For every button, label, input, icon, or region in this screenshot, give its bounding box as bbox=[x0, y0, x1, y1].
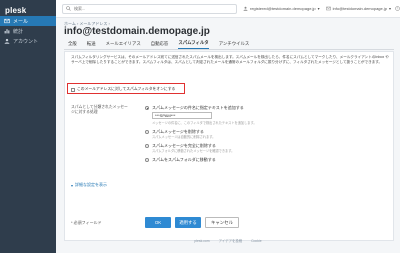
hint-text: スパムメッセージは自動的に削除されます。 bbox=[152, 135, 216, 139]
sidebar-item-mail[interactable]: メール bbox=[0, 16, 56, 26]
radio-delete[interactable] bbox=[145, 130, 149, 134]
app-logo[interactable]: plesk bbox=[0, 0, 56, 16]
tab-antivirus[interactable]: アンチウイルス bbox=[219, 41, 250, 49]
footer-link-ideas[interactable]: アイデアを投稿 bbox=[219, 239, 243, 243]
chevron-down-icon: ▾ bbox=[388, 6, 391, 11]
radio-move-folder[interactable] bbox=[145, 158, 149, 162]
show-advanced-link[interactable]: ▾ 詳細な設定を表示 bbox=[71, 182, 107, 188]
tab-forwarding[interactable]: 転送 bbox=[87, 41, 96, 49]
account-email: info@testdomain.demopage.jp bbox=[332, 6, 387, 11]
description: スパムフィルタリングサービスは、そのメールアドレス宛てに送信されたスパムメールを… bbox=[71, 55, 389, 64]
filter-options: スパムメッセージの件名に指定テキストを追加する ***SPAM*** メッセージ… bbox=[145, 105, 385, 163]
cancel-button[interactable]: キャンセル bbox=[205, 217, 239, 228]
svg-text:?: ? bbox=[397, 7, 399, 11]
chart-icon bbox=[4, 28, 10, 34]
chevron-down-icon: ▾ bbox=[71, 182, 74, 188]
sidebar-item-label: メール bbox=[13, 18, 29, 25]
search-icon bbox=[66, 6, 71, 11]
filter-action-label: スパムとして分類されたメッセージに対する処理 bbox=[71, 105, 128, 114]
sidebar-item-label: 統計 bbox=[13, 28, 24, 35]
ok-button[interactable]: OK bbox=[145, 217, 171, 228]
search-box[interactable] bbox=[62, 3, 237, 14]
option-mark-subject[interactable]: スパムメッセージの件名に指定テキストを追加する bbox=[145, 105, 385, 111]
account-menu[interactable]: info@testdomain.demopage.jp ▾ bbox=[325, 6, 391, 11]
page-title: info@testdomain.demopage.jp bbox=[64, 26, 210, 37]
topbar-right: info@testdomain.demopage.jp ▾ ? bbox=[325, 6, 400, 11]
spam-filter-panel: スパムフィルタリングサービスは、そのメールアドレス宛てに送信されたスパムメールを… bbox=[64, 51, 394, 241]
radio-delete-permanently[interactable] bbox=[145, 144, 149, 148]
help-icon[interactable]: ? bbox=[395, 6, 400, 11]
footer-link-cookie[interactable]: Cookie bbox=[251, 239, 262, 243]
footer-link-plesk[interactable]: plesk.com bbox=[194, 239, 209, 243]
enable-spam-filter-checkbox[interactable] bbox=[71, 87, 75, 92]
tab-aliases[interactable]: メールエイリアス bbox=[106, 41, 141, 49]
user-icon bbox=[243, 6, 248, 11]
search-input[interactable] bbox=[74, 6, 234, 11]
mail-icon bbox=[325, 6, 331, 11]
sidebar-item-stats[interactable]: 統計 bbox=[0, 26, 56, 36]
subject-text-input[interactable]: ***SPAM*** bbox=[152, 112, 212, 119]
content: ホーム › メールアドレス › info@testdomain.demopage… bbox=[64, 18, 394, 241]
apply-button[interactable]: 適用する bbox=[175, 217, 201, 228]
enable-spam-filter-label: このメールアドレスに対してスパムフィルタをオンにする bbox=[77, 87, 176, 91]
option-label: スパムをスパムフォルダに移動する bbox=[152, 157, 216, 162]
radio-mark-subject[interactable] bbox=[145, 106, 149, 110]
user-icon bbox=[4, 38, 10, 44]
hint-text: スパムフォルダに移動されたメッセージを確認できます。 bbox=[152, 149, 235, 153]
show-advanced-label: 詳細な設定を表示 bbox=[75, 182, 108, 187]
button-row: OK 適用する キャンセル bbox=[145, 217, 239, 228]
tab-general[interactable]: 全般 bbox=[68, 41, 77, 49]
tab-spam-filter[interactable]: スパムフィルタ bbox=[178, 40, 209, 49]
mail-icon bbox=[4, 18, 10, 24]
sidebar: plesk メール 統計 アカウント bbox=[0, 0, 56, 253]
topbar: registered@testdomain.demopage.jp ▾ info… bbox=[56, 0, 400, 18]
footer: plesk.com アイデアを投稿 Cookie bbox=[56, 238, 400, 243]
hint-text: メッセージの件名に、このフィルタで検出されたテキストを追加します。 bbox=[152, 121, 257, 125]
user-email: registered@testdomain.demopage.jp bbox=[249, 6, 316, 11]
chevron-down-icon: ▾ bbox=[317, 6, 320, 11]
required-field-label: * 必須フィールド bbox=[71, 220, 102, 225]
enable-spam-filter-row[interactable]: このメールアドレスに対してスパムフィルタをオンにする bbox=[71, 87, 175, 92]
option-label: スパムメッセージの件名に指定テキストを追加する bbox=[152, 105, 244, 110]
sidebar-item-label: アカウント bbox=[13, 38, 39, 45]
tab-autoreply[interactable]: 自動応答 bbox=[151, 41, 169, 49]
tabs: 全般 転送 メールエイリアス 自動応答 スパムフィルタ アンチウイルス bbox=[64, 40, 394, 50]
main-area: ホーム › メールアドレス › info@testdomain.demopage… bbox=[56, 18, 400, 253]
sidebar-item-account[interactable]: アカウント bbox=[0, 36, 56, 46]
option-move-folder[interactable]: スパムをスパムフォルダに移動する bbox=[145, 157, 385, 163]
breadcrumb[interactable]: ホーム › メールアドレス › bbox=[64, 18, 394, 26]
user-menu[interactable]: registered@testdomain.demopage.jp ▾ bbox=[243, 6, 320, 11]
